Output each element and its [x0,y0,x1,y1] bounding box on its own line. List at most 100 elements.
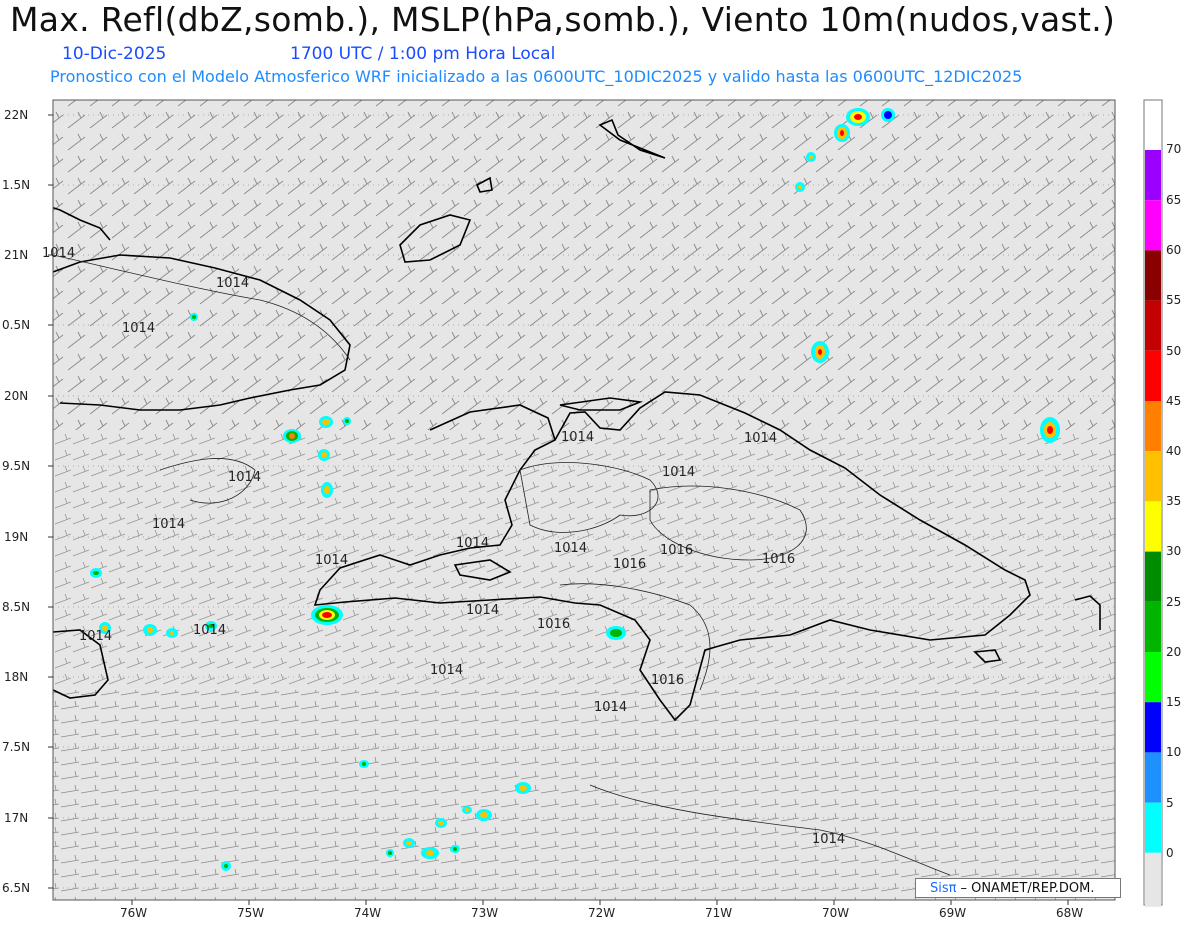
colorbar-label: 50 [1166,344,1182,358]
isobar-label: 1014 [554,541,588,556]
colorbar-label: 10 [1166,745,1182,759]
lat-label: 1.5N [2,178,31,192]
credit-box: Sisπ – ONAMET/REP.DOM. [915,878,1121,898]
lat-label: 21N [4,248,29,262]
echo-cell [1040,417,1060,443]
colorbar [1143,99,1163,907]
colorbar-swatch [1145,852,1161,907]
colorbar-swatch [1145,802,1161,853]
colorbar-label: 30 [1166,544,1182,558]
lon-label: 69W [939,906,967,920]
isobar-label: 1016 [762,552,796,567]
colorbar-swatch [1145,652,1161,703]
echo-cell [403,838,415,848]
credit-text: – ONAMET/REP.DOM. [960,880,1095,896]
colorbar-label: 70 [1166,142,1182,156]
colorbar-swatch [1145,300,1161,351]
echo-cell [319,416,333,428]
isobar-label: 1014 [315,553,349,568]
echo-cell [283,429,301,443]
sispi-logo-text: Sisπ [930,880,957,896]
isobar-label: 1014 [122,321,156,336]
echo-cell [343,417,351,425]
colorbar-swatch [1145,401,1161,452]
isobar-label: 1014 [594,700,628,715]
colorbar-swatch [1145,200,1161,251]
isobar-label: 1014 [42,246,76,261]
echo-cell [190,313,198,321]
isobar-label: 1014 [744,431,778,446]
lon-label: 68W [1056,906,1084,920]
echo-cell [515,782,531,794]
colorbar-label: 65 [1166,193,1182,207]
colorbar-swatch [1145,601,1161,652]
isobar-label: 1016 [660,543,694,558]
echo-cell [143,624,157,636]
isobar-label: 1014 [466,603,500,618]
lat-label: 19N [4,530,29,544]
isobar-label: 1014 [79,629,113,644]
echo-cell [421,847,439,859]
isobar-label: 1014 [561,430,595,445]
isobar-label: 1014 [228,470,262,485]
lat-label: 20N [4,389,29,403]
colorbar-swatch [1145,350,1161,401]
lon-label: 72W [588,906,616,920]
colorbar-label: 60 [1166,243,1182,257]
colorbar-label: 45 [1166,394,1182,408]
lon-label: 75W [237,906,265,920]
isobar-label: 1014 [430,663,464,678]
lat-label: 8.5N [2,600,31,614]
echo-cell [221,861,231,871]
echo-cell [795,182,805,192]
colorbar-swatch [1145,150,1161,201]
echo-cell [318,449,330,461]
lon-label: 74W [354,906,382,920]
lat-label: 0.5N [2,318,31,332]
forecast-map [48,99,1163,907]
wind-barbs-north [53,100,1115,430]
lon-label: 76W [120,906,148,920]
lat-label: 9.5N [2,459,31,473]
lon-label: 73W [471,906,499,920]
colorbar-label: 40 [1166,444,1182,458]
echo-cell [846,108,870,126]
isobar-label: 1016 [651,673,685,688]
echo-cell [321,482,333,498]
echo-cell [450,845,460,853]
isobar-label: 1016 [613,557,647,572]
echo-cell [476,809,492,821]
isobar-label: 1014 [662,465,696,480]
isobar-label: 1014 [152,517,186,532]
echo-cell [834,124,850,142]
echo-cell [359,760,369,768]
echo-cell [606,626,626,640]
colorbar-swatch [1145,752,1161,803]
colorbar-swatch [1145,702,1161,753]
colorbar-label: 0 [1166,846,1174,860]
colorbar-label: 25 [1166,595,1182,609]
echo-cell [386,849,394,857]
colorbar-label: 35 [1166,494,1182,508]
isobar-label: 1014 [456,536,490,551]
echo-cell [311,605,343,625]
echo-cell [166,628,178,638]
lat-label: 17N [4,811,29,825]
isobar-label: 1014 [193,623,227,638]
colorbar-label: 20 [1166,645,1182,659]
lat-label: 6.5N [2,881,31,895]
lon-label: 71W [705,906,733,920]
colorbar-label: 55 [1166,293,1182,307]
echo-cell [462,806,472,814]
colorbar-swatch [1145,250,1161,301]
colorbar-label: 5 [1166,796,1174,810]
echo-cell [881,108,895,122]
echo-cell [90,568,102,578]
lon-label: 70W [822,906,850,920]
lat-label: 18N [4,670,29,684]
echo-cell [435,818,447,828]
colorbar-swatch [1145,551,1161,602]
colorbar-swatch [1145,451,1161,502]
isobar-label: 1014 [812,832,846,847]
lat-label: 7.5N [2,740,31,754]
